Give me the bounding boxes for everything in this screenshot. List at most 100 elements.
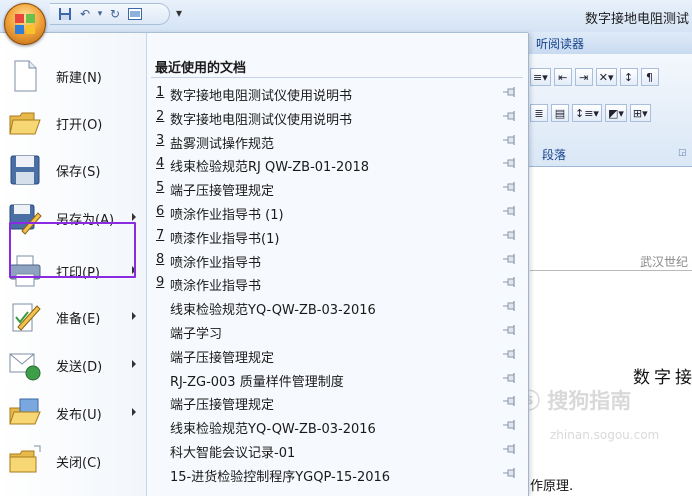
submenu-arrow-icon bbox=[132, 213, 136, 221]
submenu-arrow-icon bbox=[132, 360, 136, 368]
pin-icon[interactable] bbox=[503, 372, 517, 384]
recent-document-item[interactable]: 1 数字接地电阻测试仪使用说明书 bbox=[147, 81, 528, 105]
print-preview-icon[interactable] bbox=[126, 5, 144, 23]
recent-document-name: 数字接地电阻测试仪使用说明书 bbox=[170, 112, 353, 128]
pin-icon[interactable] bbox=[503, 419, 517, 431]
line-spacing-icon[interactable]: ↕≡▾ bbox=[572, 104, 602, 122]
ribbon-paragraph-group: ≡▾ ⇤ ⇥ ✕▾ ↕ ¶ ≣ ▤ ↕≡▾ ◩▾ ⊞▾ 段落 ◲ bbox=[528, 54, 692, 167]
recent-document-item[interactable]: 7 喷漆作业指导书(1) bbox=[147, 224, 528, 248]
recent-document-item[interactable]: 3 盐雾测试操作规范 bbox=[147, 129, 528, 153]
shading-icon[interactable]: ◩▾ bbox=[604, 104, 627, 122]
recent-document-item[interactable]: 线束检验规范YQ-QW-ZB-03-2016 bbox=[147, 295, 528, 319]
increase-indent-icon[interactable]: ⇥ bbox=[574, 68, 593, 86]
pin-icon[interactable] bbox=[503, 467, 517, 479]
pin-icon[interactable] bbox=[503, 110, 517, 122]
recent-document-item[interactable]: 端子压接管理规定 bbox=[147, 343, 528, 367]
office-menu: 新建(N) 打开(O) 保存(S) 另存为(A) 打印(P) 准备(E) 发送(… bbox=[0, 33, 529, 496]
recent-document-item[interactable]: RJ-ZG-003 质量样件管理制度 bbox=[147, 367, 528, 391]
recent-document-item[interactable]: 端子压接管理规定 bbox=[147, 390, 528, 414]
recent-document-item[interactable]: 15-进货检验控制程序YGQP-15-2016 bbox=[147, 462, 528, 486]
recent-document-name: 线束检验规范YQ-QW-ZB-03-2016 bbox=[170, 422, 376, 438]
dialog-launcher-icon[interactable]: ◲ bbox=[678, 148, 687, 158]
document-canvas[interactable] bbox=[528, 167, 692, 496]
menu-item-publish[interactable]: 发布(U) bbox=[4, 391, 142, 435]
chinese-layout-icon[interactable]: ✕▾ bbox=[595, 68, 617, 86]
menu-item-prepare[interactable]: 准备(E) bbox=[4, 295, 142, 339]
recent-document-item[interactable]: 2 数字接地电阻测试仪使用说明书 bbox=[147, 105, 528, 129]
recent-document-name: 数字接地电阻测试仪使用说明书 bbox=[170, 89, 353, 104]
recent-document-name: 科大智能会议记录-01 bbox=[170, 446, 296, 461]
pin-icon[interactable] bbox=[503, 205, 517, 217]
recent-document-index: 5 bbox=[156, 180, 165, 196]
recent-document-item[interactable]: 端子学习 bbox=[147, 319, 528, 343]
title-bar: ↶ ▾ ↻ ▾ 数字接地电阻测试 bbox=[0, 0, 692, 33]
prepare-icon bbox=[8, 300, 42, 334]
menu-item-open[interactable]: 打开(O) bbox=[4, 101, 142, 145]
recent-document-index: 3 bbox=[156, 132, 165, 148]
menu-item-new[interactable]: 新建(N) bbox=[4, 54, 142, 98]
decrease-indent-icon[interactable]: ⇤ bbox=[553, 68, 572, 86]
list-dropdown-icon[interactable]: ≡▾ bbox=[530, 68, 551, 86]
watermark-logo: ⓢ 搜狗指南 bbox=[519, 389, 632, 413]
office-logo-icon bbox=[15, 14, 35, 34]
undo-dropdown-icon[interactable]: ▾ bbox=[96, 5, 104, 23]
recent-document-name: 喷漆作业指导书(1) bbox=[170, 231, 280, 247]
menu-item-close[interactable]: 关闭(C) bbox=[4, 439, 142, 483]
menu-item-label: 发送(D) bbox=[56, 359, 103, 375]
menu-item-send[interactable]: 发送(D) bbox=[4, 343, 142, 387]
redo-icon[interactable]: ↻ bbox=[106, 5, 124, 23]
recent-document-name: 端子压接管理规定 bbox=[170, 398, 275, 414]
pin-icon[interactable] bbox=[503, 86, 517, 98]
recent-document-item[interactable]: 线束检验规范YQ-QW-ZB-03-2016 bbox=[147, 414, 528, 438]
tab-reader[interactable]: 听阅读器 bbox=[536, 35, 584, 52]
pin-icon[interactable] bbox=[503, 443, 517, 455]
recent-document-name: 15-进货检验控制程序YGQP-15-2016 bbox=[170, 469, 391, 485]
sort-icon[interactable]: ↕ bbox=[619, 68, 638, 86]
recent-document-item[interactable]: 科大智能会议记录-01 bbox=[147, 438, 528, 462]
recent-document-item[interactable]: 6 喷涂作业指导书 (1) bbox=[147, 200, 528, 224]
menu-item-label: 准备(E) bbox=[56, 311, 101, 327]
menu-item-label: 发布(U) bbox=[56, 407, 102, 423]
recent-document-item[interactable]: 4 线束检验规范RJ QW-ZB-01-2018 bbox=[147, 152, 528, 176]
undo-icon[interactable]: ↶ bbox=[76, 5, 94, 23]
distributed-icon[interactable]: ▤ bbox=[551, 104, 569, 122]
office-button[interactable] bbox=[4, 3, 46, 45]
save-as-highlight-box bbox=[9, 222, 136, 278]
document-body-text: 作原理. bbox=[530, 479, 574, 494]
recent-document-name: 端子学习 bbox=[170, 327, 223, 342]
recent-document-item[interactable]: 8 喷涂作业指导书 bbox=[147, 248, 528, 272]
recent-document-index: 8 bbox=[156, 251, 165, 267]
pin-icon[interactable] bbox=[503, 395, 517, 407]
recent-document-name: RJ-ZG-003 质量样件管理制度 bbox=[170, 374, 344, 390]
recent-document-index: 6 bbox=[156, 204, 165, 219]
recent-document-name: 喷涂作业指导书 bbox=[170, 255, 262, 271]
justify-icon[interactable]: ≣ bbox=[530, 104, 548, 122]
pin-icon[interactable] bbox=[503, 181, 517, 193]
pin-icon[interactable] bbox=[503, 157, 517, 169]
pin-icon[interactable] bbox=[503, 276, 517, 288]
pin-icon[interactable] bbox=[503, 348, 517, 360]
recent-document-item[interactable]: 9 喷涂作业指导书 bbox=[147, 271, 528, 295]
recent-document-name: 线束检验规范YQ-QW-ZB-03-2016 bbox=[170, 303, 376, 319]
pin-icon[interactable] bbox=[503, 324, 517, 336]
pin-icon[interactable] bbox=[503, 300, 517, 312]
recent-document-name: 端子压接管理规定 bbox=[170, 184, 275, 200]
close-folder-icon bbox=[8, 444, 42, 478]
save-icon[interactable] bbox=[56, 5, 74, 23]
pin-icon[interactable] bbox=[503, 229, 517, 241]
show-marks-icon[interactable]: ¶ bbox=[640, 68, 659, 86]
customize-qat-icon[interactable]: ▾ bbox=[176, 6, 182, 20]
menu-item-save[interactable]: 保存(S) bbox=[4, 148, 142, 192]
recent-document-index: 2 bbox=[156, 108, 165, 124]
recent-document-index: 1 bbox=[156, 85, 165, 100]
recent-document-name: 喷涂作业指导书 (1) bbox=[170, 208, 284, 223]
pin-icon[interactable] bbox=[503, 253, 517, 265]
submenu-arrow-icon bbox=[132, 312, 136, 320]
header-rule bbox=[530, 270, 692, 271]
recent-document-name: 盐雾测试操作规范 bbox=[170, 136, 275, 152]
recent-document-item[interactable]: 5 端子压接管理规定 bbox=[147, 176, 528, 200]
border-icon[interactable]: ⊞▾ bbox=[629, 104, 651, 122]
pin-icon[interactable] bbox=[503, 134, 517, 146]
submenu-arrow-icon bbox=[132, 408, 136, 416]
recent-document-index: 7 bbox=[156, 227, 165, 243]
